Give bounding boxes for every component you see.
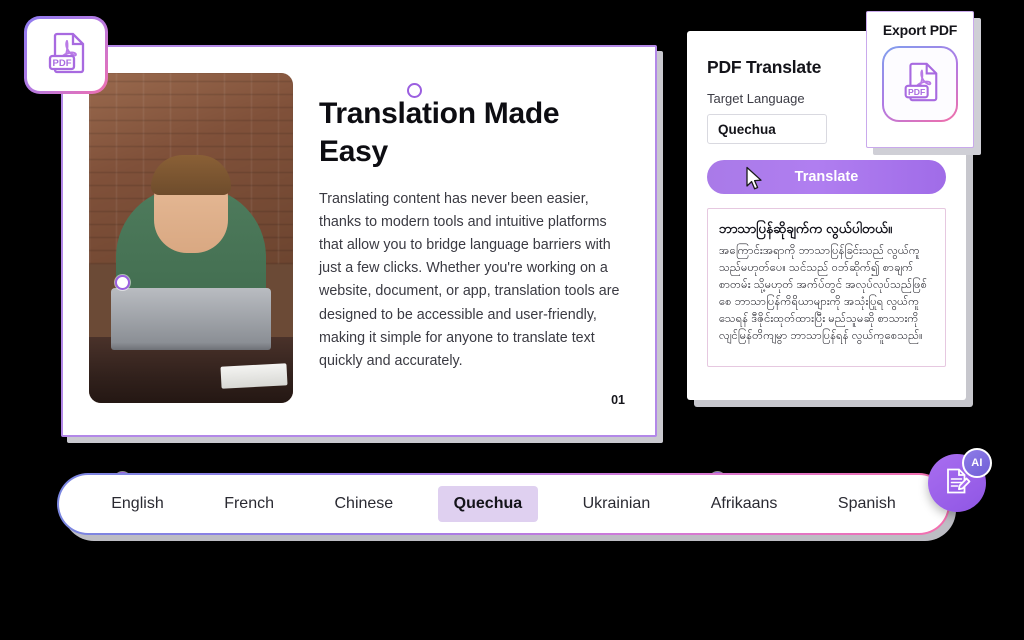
language-tab-afrikaans[interactable]: Afrikaans (695, 486, 794, 522)
export-pdf-icon-frame: PDF (882, 46, 958, 122)
pdf-file-icon: PDF (898, 58, 942, 111)
translation-result-title: ဘာသာပြန်ဆိုချက်က လွယ်ပါတယ်။ (719, 221, 893, 236)
pdf-file-icon: PDF (43, 28, 89, 83)
pdf-chip-label: PDF (53, 58, 72, 69)
language-tabs: English French Chinese Quechua Ukrainian Afri… (59, 475, 948, 533)
slide-title: Translation Made Easy (319, 97, 560, 169)
screen-root: Translation Made Easy Translating conten… (0, 0, 1024, 640)
target-language-value: Quechua (718, 121, 776, 137)
slide-object[interactable]: Translation Made Easy Translating conten… (61, 45, 725, 487)
translate-button[interactable]: Translate (707, 160, 946, 194)
photo-notepad (220, 362, 288, 389)
resize-handle-middle-left[interactable] (115, 275, 130, 290)
slide-photo (89, 73, 293, 403)
ai-badge-label: AI (971, 457, 983, 469)
language-tab-chinese[interactable]: Chinese (318, 486, 409, 522)
slide-text-column: Translation Made Easy Translating conten… (319, 73, 625, 415)
language-tab-english[interactable]: English (95, 486, 179, 522)
export-pdf-card[interactable]: Export PDF PDF (866, 11, 981, 155)
pdf-file-chip[interactable]: PDF (24, 16, 108, 94)
translation-result-box: ဘာသာပြန်ဆိုချက်က လွယ်ပါတယ်။ အကြောင်းအရာက… (707, 208, 946, 367)
translate-button-label: Translate (794, 169, 859, 185)
target-language-input[interactable]: Quechua (707, 114, 827, 144)
ai-badge: AI (962, 448, 992, 478)
photo-laptop (111, 288, 271, 351)
language-bar: English French Chinese Quechua Ukrainian Afri… (57, 473, 956, 541)
slide-body-text: Translating content has never been easie… (319, 190, 620, 369)
language-tab-spanish[interactable]: Spanish (822, 486, 912, 522)
translation-result-body: အကြောင်းအရာကို ဘာသာပြန်ခြင်းသည် လွယ်ကူသည… (719, 244, 927, 343)
language-tab-ukrainian[interactable]: Ukrainian (567, 486, 667, 522)
language-tab-french[interactable]: French (208, 486, 290, 522)
resize-handle-top-center[interactable] (407, 83, 422, 98)
slide-page-number: 01 (611, 393, 625, 407)
svg-text:PDF: PDF (908, 86, 925, 96)
language-tab-quechua[interactable]: Quechua (437, 486, 539, 522)
export-pdf-title: Export PDF (882, 22, 958, 38)
mouse-pointer-icon (745, 166, 765, 192)
slide-card[interactable]: Translation Made Easy Translating conten… (61, 45, 657, 437)
